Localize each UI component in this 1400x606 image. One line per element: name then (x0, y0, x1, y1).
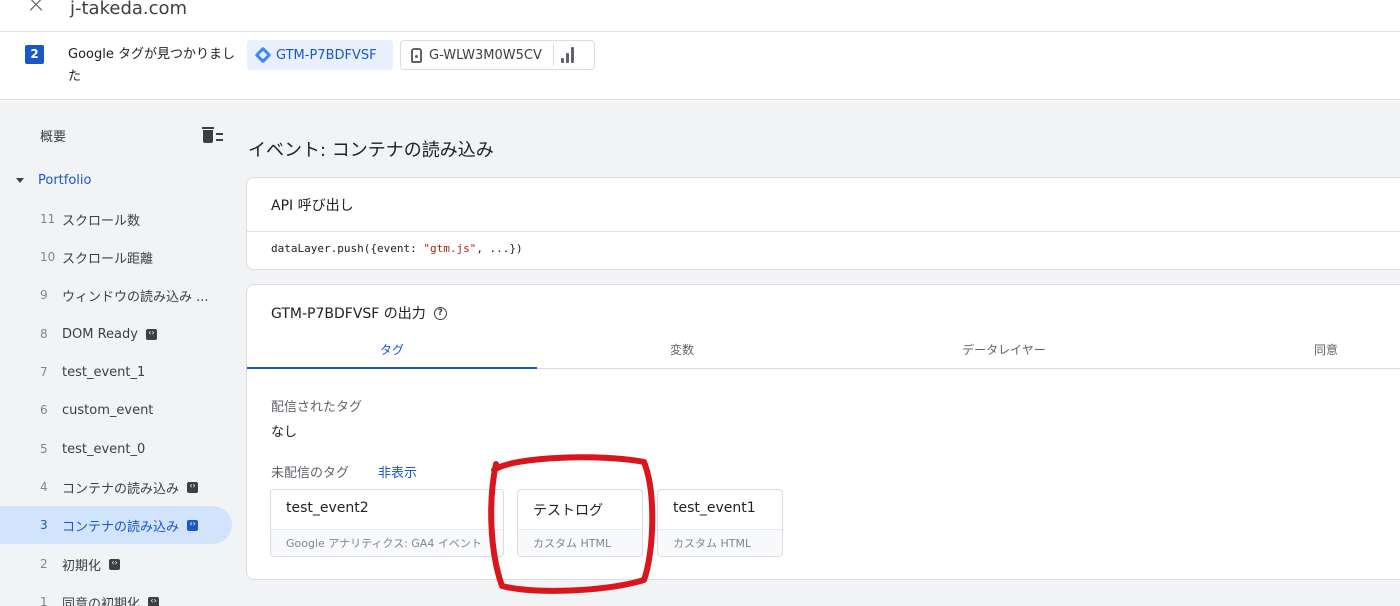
container-row: 2 Google タグが見つかりました GTM-P7BDFVSF G-WLW3M… (0, 32, 1400, 100)
fired-tags-label: 配信されたタグ (271, 400, 363, 415)
event-label: test_event_0 (62, 441, 146, 457)
help-icon[interactable]: ? (433, 306, 447, 320)
event-number: 10 (40, 250, 56, 264)
chip-divider (552, 44, 554, 66)
sidebar-event-item[interactable]: 10 スクロール距離 (0, 238, 232, 276)
divider (247, 231, 1400, 232)
sidebar-event-item[interactable]: 5 test_event_0 (0, 430, 232, 468)
event-label: コンテナの読み込み (62, 519, 180, 535)
event-label: test_event_1 (62, 364, 146, 380)
event-label: スクロール数 (62, 213, 141, 229)
not-fired-tags-label: 未配信のタグ (271, 466, 350, 481)
event-number: 11 (40, 212, 56, 226)
sidebar-event-item[interactable]: 2 初期化 (0, 545, 232, 583)
event-label: 同意の初期化 (62, 596, 141, 606)
event-number: 2 (40, 557, 48, 571)
code-icon (187, 479, 199, 493)
domain-title: j-takeda.com (70, 0, 188, 19)
event-number: 5 (40, 442, 48, 456)
output-title: GTM-P7BDFVSF の出力 ? (271, 303, 447, 323)
api-call-card: API 呼び出し dataLayer.push({event: "gtm.js"… (246, 177, 1400, 270)
tab-data-layer[interactable]: データレイヤー (859, 335, 1149, 369)
main-panel: イベント: コンテナの読み込み API 呼び出し dataLayer.push(… (238, 101, 1400, 606)
event-sidebar: 概要 Portfolio 11 スクロール数 10 スクロール距離 9 ウィンド… (0, 101, 238, 606)
event-number: 9 (40, 288, 48, 302)
fired-tags-none: なし (271, 425, 298, 440)
tag-icon (411, 47, 422, 63)
api-call-code: dataLayer.push({event: "gtm.js", ...}) (271, 242, 523, 255)
tag-name: test_event2 (286, 500, 369, 516)
sidebar-event-item[interactable]: 7 test_event_1 (0, 353, 232, 391)
tab-tags[interactable]: タグ (247, 335, 537, 369)
sidebar-event-item[interactable]: 1 同意の初期化 (0, 583, 232, 606)
sidebar-event-item[interactable]: 6 custom_event (0, 391, 232, 429)
event-number: 7 (40, 365, 48, 379)
ga-tag-chip[interactable]: G-WLW3M0W5CV (400, 40, 595, 70)
output-title-text: GTM-P7BDFVSF の出力 (271, 306, 426, 322)
sidebar-event-item[interactable]: 8 DOM Ready (0, 315, 232, 353)
close-icon[interactable]: × (26, 0, 46, 18)
tag-type: カスタム HTML (518, 529, 642, 556)
sidebar-event-item[interactable]: 4 コンテナの読み込み (0, 468, 232, 506)
tab-consent[interactable]: 同意 (1181, 335, 1400, 369)
sidebar-event-item[interactable]: 11 スクロール数 (0, 200, 232, 238)
event-number: 4 (40, 480, 48, 494)
tag-type: Google アナリティクス: GA4 イベント (271, 529, 503, 556)
output-tabs: タグ 変数 データレイヤー 同意 (247, 335, 1400, 369)
event-label: DOM Ready (62, 326, 138, 342)
analytics-icon (560, 47, 574, 63)
code-icon (148, 594, 160, 606)
tag-card[interactable]: テストログ カスタム HTML (517, 489, 643, 557)
container-name: Portfolio (38, 173, 92, 188)
event-label: コンテナの読み込み (62, 481, 180, 497)
tag-card[interactable]: test_event1 カスタム HTML (657, 489, 783, 557)
clear-messages-icon[interactable] (202, 127, 223, 145)
event-label: 初期化 (62, 558, 102, 574)
container-output-card: GTM-P7BDFVSF の出力 ? タグ 変数 データレイヤー 同意 配信され… (246, 284, 1400, 580)
api-call-title: API 呼び出し (271, 198, 354, 214)
ga-tag-id: G-WLW3M0W5CV (429, 47, 542, 63)
event-label: ウィンドウの読み込み ... (62, 289, 209, 305)
event-number: 8 (40, 327, 48, 341)
event-label: スクロール距離 (62, 251, 154, 267)
sidebar-overview[interactable]: 概要 (40, 126, 66, 145)
gtm-container-id: GTM-P7BDFVSF (276, 47, 377, 63)
gtm-icon (254, 46, 272, 64)
gtm-container-chip[interactable]: GTM-P7BDFVSF (247, 40, 393, 70)
event-label: custom_event (62, 402, 154, 418)
event-number: 6 (40, 403, 48, 417)
hide-link[interactable]: 非表示 (378, 462, 417, 481)
sidebar-event-item[interactable]: 9 ウィンドウの読み込み ... (0, 276, 232, 314)
event-number: 3 (40, 518, 48, 532)
tags-found-text: Google タグが見つかりました (68, 47, 235, 84)
tag-count-badge: 2 (25, 45, 44, 64)
tag-card[interactable]: test_event2 Google アナリティクス: GA4 イベント (270, 489, 504, 557)
code-icon (187, 517, 199, 531)
code-icon (145, 326, 157, 340)
tag-name: テストログ (533, 503, 603, 519)
sidebar-event-item-selected[interactable]: 3 コンテナの読み込み (0, 506, 232, 544)
tag-name: test_event1 (673, 500, 756, 516)
event-number: 1 (40, 595, 48, 606)
event-title: イベント: コンテナの読み込み (248, 140, 494, 161)
code-icon (109, 556, 121, 570)
tag-type: カスタム HTML (658, 529, 782, 556)
caret-down-icon (16, 178, 24, 183)
tab-variables[interactable]: 変数 (537, 335, 827, 369)
sidebar-container-portfolio[interactable]: Portfolio (16, 173, 91, 188)
top-bar: × j-takeda.com (0, 0, 1400, 32)
